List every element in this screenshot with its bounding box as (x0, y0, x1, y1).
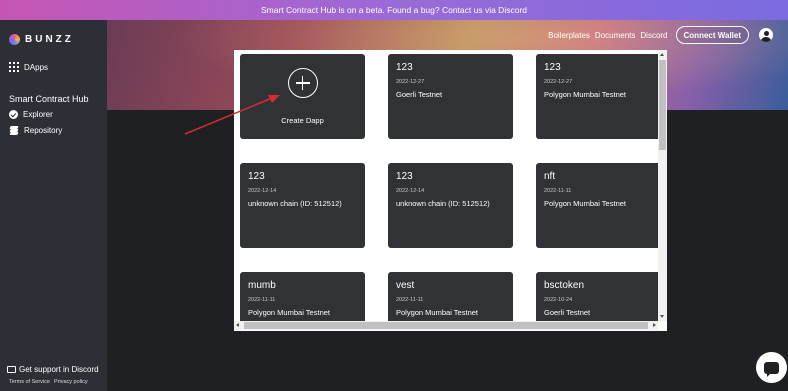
dapp-card[interactable]: 123 2022-12-27 Polygon Mumbai Testnet (536, 54, 658, 139)
horizontal-scrollbar[interactable] (234, 321, 658, 330)
dapp-network: Polygon Mumbai Testnet (248, 308, 330, 317)
chat-bubble-icon (764, 361, 779, 377)
discord-support-link[interactable]: Get support in Discord (7, 365, 99, 374)
vertical-scrollbar[interactable] (658, 50, 667, 321)
dapp-card[interactable]: 123 2022-12-14 unknown chain (ID: 512512… (240, 163, 365, 248)
brand-logo[interactable]: BUNZZ (9, 34, 74, 45)
sidebar-item-repository[interactable]: Repository (9, 126, 62, 135)
dapp-title: 123 (248, 171, 265, 182)
dapp-title: vest (396, 280, 415, 291)
sidebar-item-explorer[interactable]: Explorer (9, 110, 53, 119)
scroll-down-icon[interactable] (660, 315, 664, 318)
terms-link[interactable]: Terms of Service (9, 379, 50, 385)
scroll-right-icon[interactable] (653, 323, 656, 327)
legal-links: Terms of Service Privacy policy (9, 379, 88, 385)
dapp-card[interactable]: mumb 2022-11-11 Polygon Mumbai Testnet (240, 272, 365, 321)
dapps-grid[interactable]: Create Dapp 123 2022-12-27 Goerli Testne… (240, 54, 658, 321)
plus-icon (287, 68, 318, 98)
scroll-up-icon[interactable] (660, 53, 664, 56)
dapp-title: 123 (544, 62, 561, 73)
dapp-title: bsctoken (544, 280, 585, 291)
nav-discord[interactable]: Discord (640, 31, 667, 40)
top-nav: Boilerplates Documents Discord Connect W… (548, 26, 788, 44)
grid-icon (9, 62, 19, 72)
dapp-network: Goerli Testnet (544, 308, 591, 317)
dapp-date: 2022-12-14 (396, 188, 425, 194)
dapp-network: Goerli Testnet (396, 90, 443, 99)
chat-icon (7, 366, 16, 373)
nav-boilerplates[interactable]: Boilerplates (548, 31, 590, 40)
logo-icon (9, 34, 20, 45)
layers-icon (9, 126, 19, 135)
dapp-card[interactable]: bsctoken 2022-10-24 Goerli Testnet (536, 272, 658, 321)
dapp-card[interactable]: 123 2022-12-14 unknown chain (ID: 512512… (388, 163, 513, 248)
dapp-card[interactable]: nft 2022-11-11 Polygon Mumbai Testnet (536, 163, 658, 248)
dapp-title: 123 (396, 171, 413, 182)
annotation-arrow-icon (184, 95, 280, 135)
dapp-card[interactable]: 123 2022-12-27 Goerli Testnet (388, 54, 513, 139)
beta-banner-text[interactable]: Smart Contract Hub is on a beta. Found a… (261, 5, 527, 15)
connect-wallet-button[interactable]: Connect Wallet (675, 26, 749, 44)
dapp-network: Polygon Mumbai Testnet (544, 90, 626, 99)
dapp-date: 2022-11-11 (544, 188, 572, 194)
sidebar-item-dapps[interactable]: DApps (9, 62, 48, 72)
dapp-card[interactable]: vest 2022-11-11 Polygon Mumbai Testnet (388, 272, 513, 321)
dapp-date: 2022-12-14 (248, 188, 277, 194)
dapp-date: 2022-12-27 (396, 79, 425, 85)
privacy-link[interactable]: Privacy policy (54, 379, 88, 385)
nav-documents[interactable]: Documents (595, 31, 635, 40)
sidebar-item-label: DApps (24, 62, 49, 72)
sidebar: BUNZZ DApps Smart Contract Hub Explorer … (0, 20, 107, 391)
support-label: Get support in Discord (19, 365, 99, 374)
dapp-network: unknown chain (ID: 512512) (396, 199, 490, 208)
scroll-thumb[interactable] (244, 322, 648, 329)
chat-widget-button[interactable] (756, 352, 787, 383)
scroll-thumb[interactable] (659, 60, 666, 150)
dapp-date: 2022-10-24 (544, 297, 573, 303)
dapp-title: mumb (248, 280, 276, 291)
beta-banner[interactable]: Smart Contract Hub is on a beta. Found a… (0, 0, 788, 20)
dapp-network: Polygon Mumbai Testnet (544, 199, 626, 208)
user-avatar-icon[interactable] (759, 28, 773, 42)
dapp-title: 123 (396, 62, 413, 73)
dapps-panel: Create Dapp 123 2022-12-27 Goerli Testne… (234, 50, 667, 331)
sidebar-section-title: Smart Contract Hub (9, 94, 89, 104)
dapp-network: unknown chain (ID: 512512) (248, 199, 342, 208)
scroll-left-icon[interactable] (236, 323, 239, 327)
dapp-date: 2022-11-11 (248, 297, 276, 303)
dapp-date: 2022-12-27 (544, 79, 573, 85)
dapp-network: Polygon Mumbai Testnet (396, 308, 478, 317)
brand-name: BUNZZ (25, 34, 74, 45)
sidebar-item-label: Repository (24, 126, 63, 135)
check-circle-icon (9, 110, 18, 119)
dapp-title: nft (544, 171, 556, 182)
dapp-date: 2022-11-11 (396, 297, 424, 303)
sidebar-item-label: Explorer (23, 110, 53, 119)
